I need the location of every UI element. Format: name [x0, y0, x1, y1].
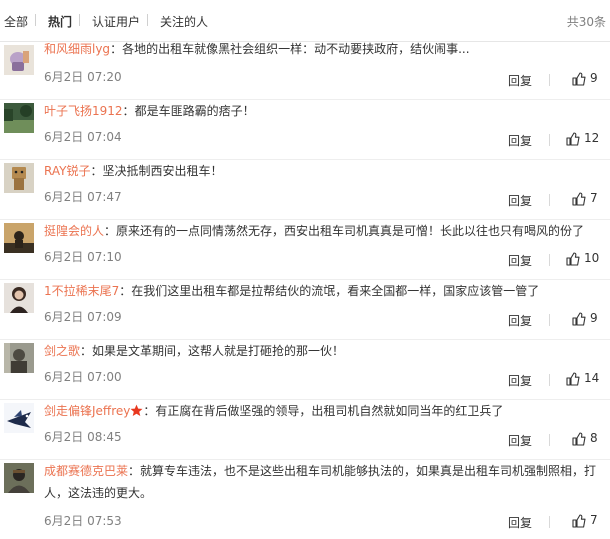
name-separator: ：: [90, 164, 103, 178]
comment-item: 叶子飞扬1912：都是车匪路霸的痞子！ 6月2日 07:04 回复 12: [0, 100, 610, 160]
comment-text: 原来还有的一点同情荡然无存，西安出租车司机真真是可憎！长此以往也只有喝风的份了: [116, 224, 585, 238]
comment-time: 6月2日 07:53: [44, 514, 122, 528]
comment-item: 和风细雨lyg：各地的出租车就像黑社会组织一样：动不动要挟政府，结伙闹事... …: [0, 42, 610, 100]
name-separator: ：: [128, 464, 141, 478]
tab-following[interactable]: 关注的人: [160, 13, 208, 30]
comment-text: 各地的出租车就像黑社会组织一样：动不动要挟政府，结伙闹事...: [122, 42, 470, 56]
comment-filter-tabs: 全部 热门 认证用户 关注的人 共30条: [0, 0, 610, 42]
username-link[interactable]: 剑走偏锋Jeffrey: [44, 404, 130, 418]
action-divider: [549, 516, 550, 528]
name-separator: ：: [119, 284, 132, 298]
comment-item: 成都赛德克巴莱：就算专车违法，也不是这些出租车司机能够执法的，如果真是出租车司机…: [0, 460, 610, 539]
avatar[interactable]: [4, 463, 34, 493]
comment-time: 6月2日 07:04: [44, 130, 122, 144]
action-divider: [549, 74, 550, 86]
thumbs-up-icon: [572, 72, 586, 86]
thumbs-up-icon: [566, 132, 580, 146]
like-count: 14: [584, 371, 600, 385]
like-count: 9: [590, 71, 598, 85]
avatar[interactable]: [4, 343, 34, 373]
comment-time: 6月2日 07:10: [44, 250, 122, 264]
username-link[interactable]: 剑之歌: [44, 344, 80, 358]
comment-panel: 全部 热门 认证用户 关注的人 共30条 和风细雨lyg：各地的出租车就像黑社会…: [0, 0, 610, 539]
comment-item: 挺隍会的人：原来还有的一点同情荡然无存，西安出租车司机真真是可憎！长此以往也只有…: [0, 220, 610, 280]
username-link[interactable]: RAY锐子: [44, 164, 90, 178]
avatar[interactable]: [4, 103, 34, 133]
vip-star-icon: [130, 404, 143, 416]
thumbs-up-icon: [572, 514, 586, 528]
comment-time: 6月2日 07:09: [44, 310, 122, 324]
name-separator: ：: [143, 404, 156, 418]
like-count: 7: [590, 513, 598, 527]
reply-button[interactable]: 回复: [508, 132, 532, 149]
like-count: 9: [590, 311, 598, 325]
thumbs-up-icon: [566, 252, 580, 266]
reply-button[interactable]: 回复: [508, 514, 532, 531]
username-link[interactable]: 成都赛德克巴莱: [44, 464, 128, 478]
tab-divider: [79, 14, 80, 26]
name-separator: ：: [104, 224, 117, 238]
reply-button[interactable]: 回复: [508, 372, 532, 389]
comment-text: 都是车匪路霸的痞子！: [134, 104, 255, 118]
comment-time: 6月2日 07:00: [44, 370, 122, 384]
avatar[interactable]: [4, 45, 34, 75]
avatar[interactable]: [4, 283, 34, 313]
username-link[interactable]: 和风细雨lyg: [44, 42, 110, 56]
tab-hot[interactable]: 热门: [48, 13, 72, 30]
comment-time: 6月2日 08:45: [44, 430, 122, 444]
comment-time: 6月2日 07:20: [44, 70, 122, 84]
comment-text: 如果是文革期间，这帮人就是打砸抢的那一伙！: [92, 344, 345, 358]
action-divider: [549, 134, 550, 146]
action-divider: [549, 314, 550, 326]
name-separator: ：: [80, 344, 93, 358]
thumbs-up-icon: [572, 192, 586, 206]
thumbs-up-icon: [572, 312, 586, 326]
comment-item: 1不拉稀末尾7：在我们这里出租车都是拉帮结伙的流氓，看来全国都一样，国家应该管一…: [0, 280, 610, 340]
avatar[interactable]: [4, 163, 34, 193]
name-separator: ：: [122, 104, 135, 118]
username-link[interactable]: 叶子飞扬1912: [44, 104, 123, 118]
comment-text: 坚决抵制西安出租车！: [102, 164, 223, 178]
action-divider: [549, 434, 550, 446]
avatar[interactable]: [4, 403, 34, 433]
thumbs-up-icon: [572, 432, 586, 446]
like-count: 10: [584, 251, 600, 265]
reply-button[interactable]: 回复: [508, 72, 532, 89]
comment-text: 有正腐在背后做坚强的领导，出租司机自然就如同当年的红卫兵了: [155, 404, 504, 418]
comment-item: RAY锐子：坚决抵制西安出租车！ 6月2日 07:47 回复 7: [0, 160, 610, 220]
comment-item: 剑走偏锋Jeffrey ：有正腐在背后做坚强的领导，出租司机自然就如同当年的红卫兵…: [0, 400, 610, 460]
reply-button[interactable]: 回复: [508, 252, 532, 269]
comment-time: 6月2日 07:47: [44, 190, 122, 204]
like-count: 8: [590, 431, 598, 445]
avatar[interactable]: [4, 223, 34, 253]
comment-item: 剑之歌：如果是文革期间，这帮人就是打砸抢的那一伙！ 6月2日 07:00 回复 …: [0, 340, 610, 400]
username-link[interactable]: 挺隍会的人: [44, 224, 104, 238]
action-divider: [549, 374, 550, 386]
tab-verified-users[interactable]: 认证用户: [92, 13, 140, 30]
comment-text: 在我们这里出租车都是拉帮结伙的流氓，看来全国都一样，国家应该管一管了: [131, 284, 540, 298]
action-divider: [549, 254, 550, 266]
action-divider: [549, 194, 550, 206]
thumbs-up-icon: [566, 372, 580, 386]
like-count: 12: [584, 131, 600, 145]
like-count: 7: [590, 191, 598, 205]
tab-divider: [35, 14, 36, 26]
username-link[interactable]: 1不拉稀末尾7: [44, 284, 119, 298]
tab-divider: [147, 14, 148, 26]
reply-button[interactable]: 回复: [508, 192, 532, 209]
name-separator: ：: [110, 42, 123, 56]
comment-total-count: 共30条: [566, 15, 606, 29]
reply-button[interactable]: 回复: [508, 312, 532, 329]
reply-button[interactable]: 回复: [508, 432, 532, 449]
tab-all[interactable]: 全部: [4, 13, 28, 30]
